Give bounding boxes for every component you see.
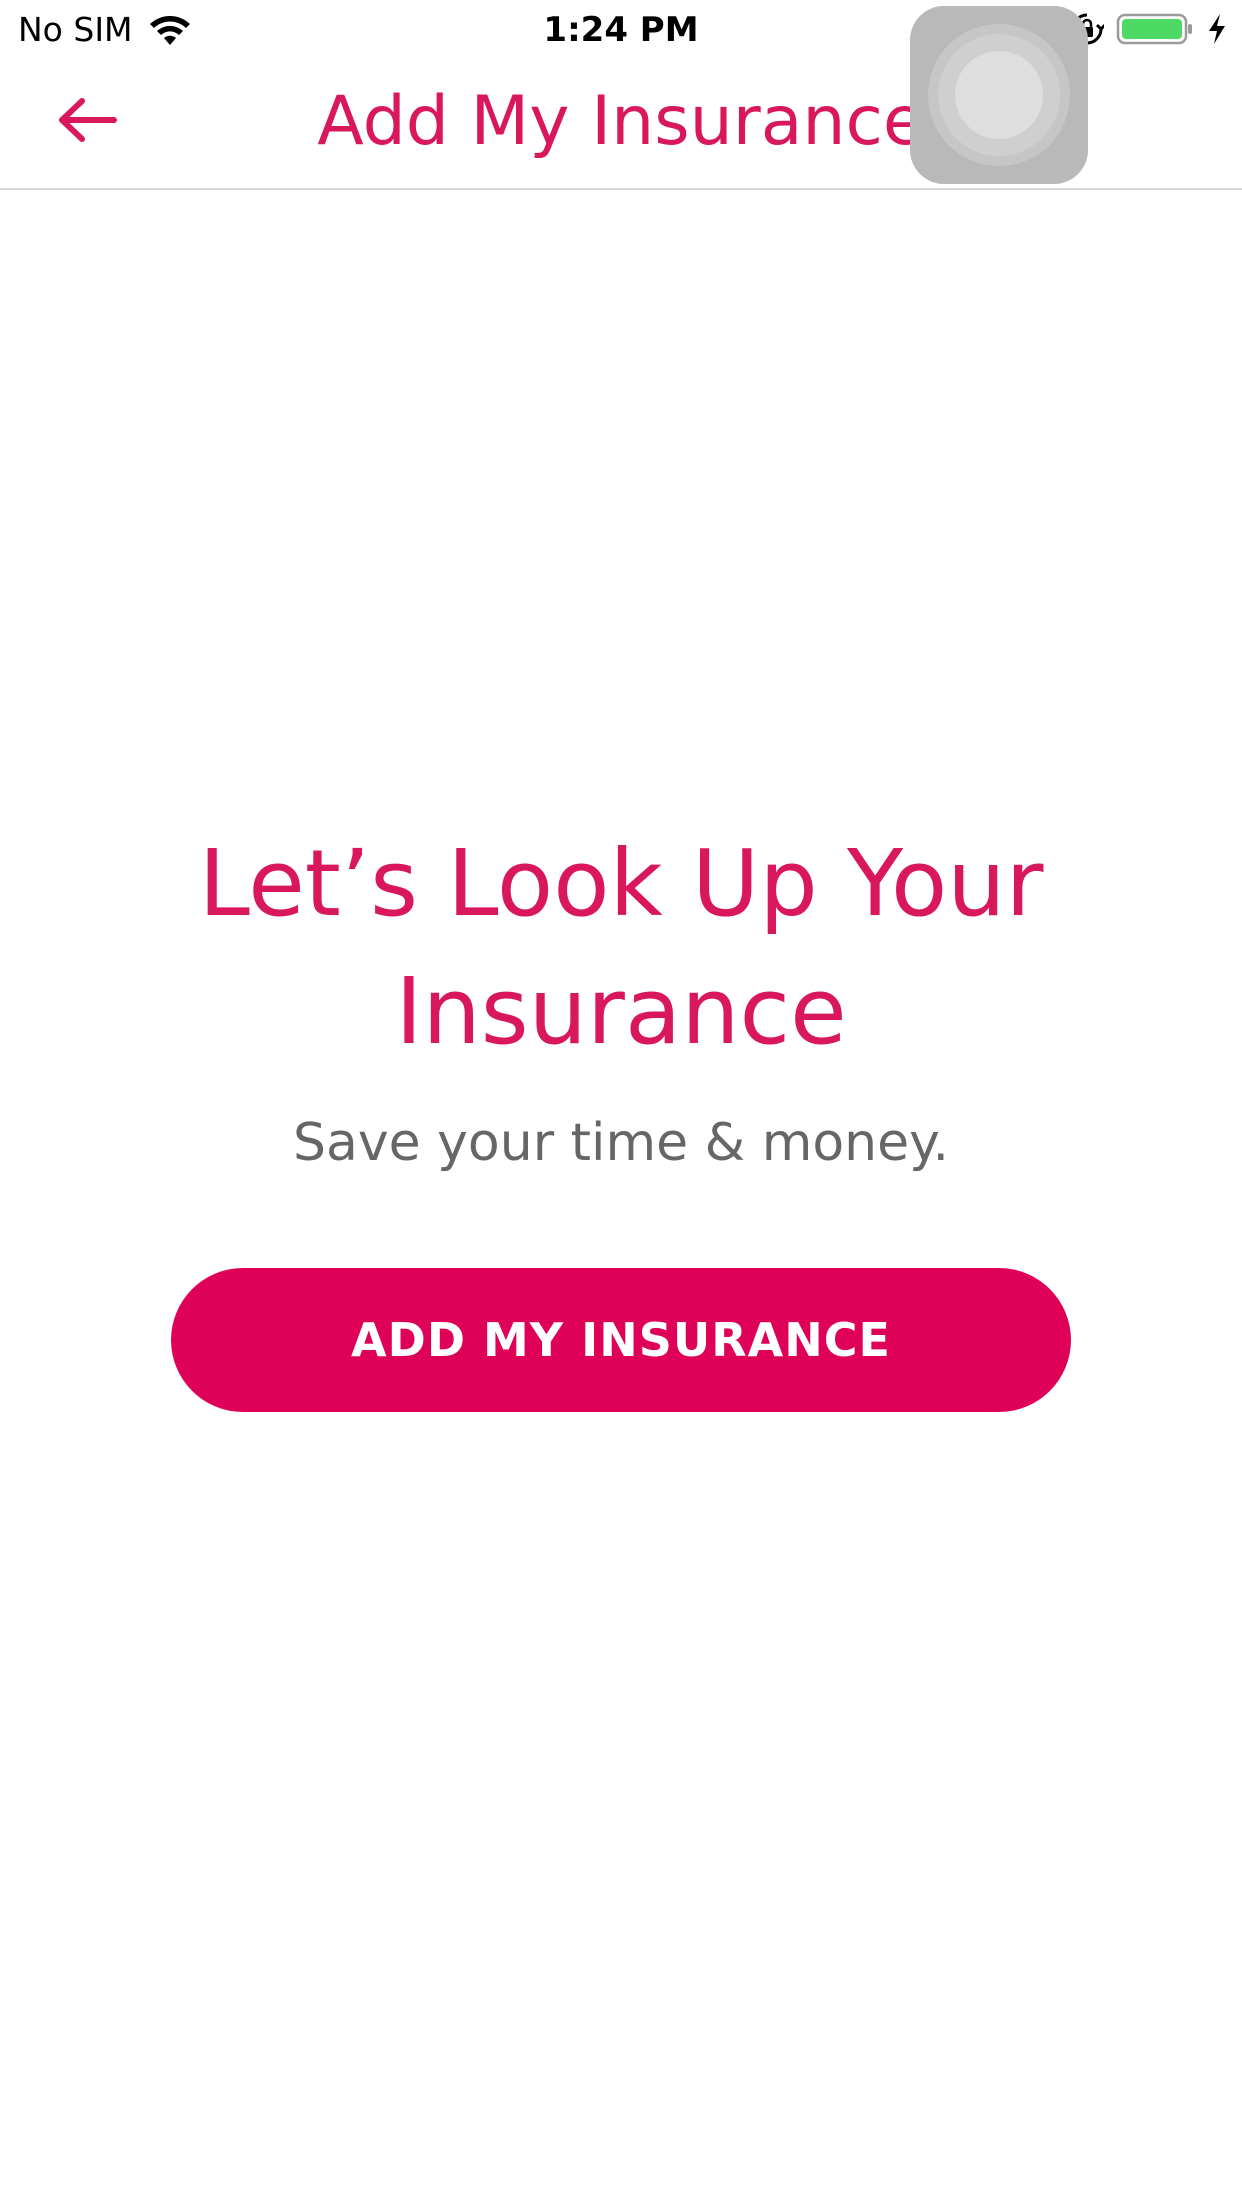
screen: No SIM 1:24 PM Add My Insurance Let’s Lo… [0,0,1242,2208]
status-right-icons [1070,12,1228,46]
battery-icon [1116,12,1194,46]
charging-icon [1206,12,1228,46]
assistive-touch-icon [928,24,1070,166]
assistive-touch-button[interactable] [910,6,1088,184]
subtitle: Save your time & money. [292,1113,950,1173]
headline: Let’s Look Up Your Insurance [198,830,1044,1065]
add-my-insurance-button[interactable]: ADD MY INSURANCE [171,1268,1071,1412]
